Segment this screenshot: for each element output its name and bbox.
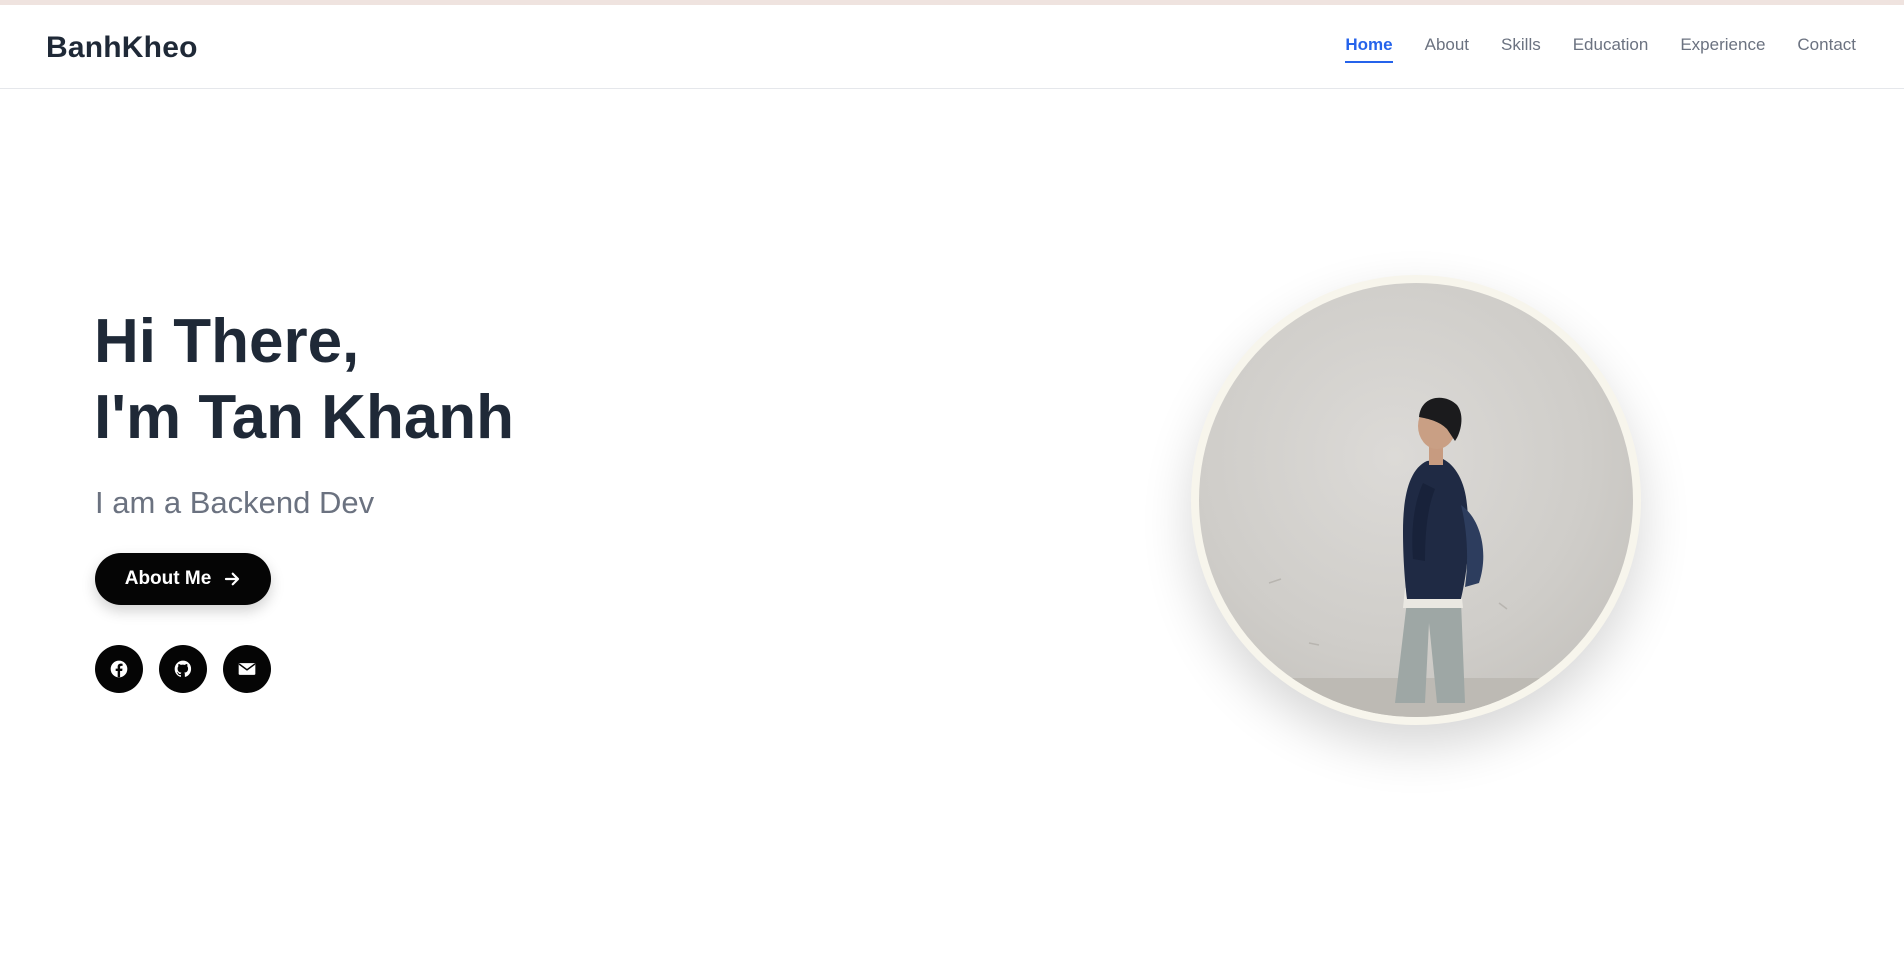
arrow-right-icon [225, 572, 240, 586]
nav-contact[interactable]: Contact [1797, 35, 1856, 63]
nav-skills[interactable]: Skills [1501, 35, 1541, 63]
mail-icon [238, 663, 256, 675]
nav-education[interactable]: Education [1573, 35, 1649, 63]
navbar: BanhKheo Home About Skills Education Exp… [0, 5, 1904, 89]
nav-links: Home About Skills Education Experience C… [1313, 35, 1856, 63]
nav-experience[interactable]: Experience [1680, 35, 1765, 63]
profile-photo [1199, 283, 1633, 717]
facebook-icon [110, 660, 128, 678]
brand-logo[interactable]: BanhKheo [46, 31, 198, 65]
hero-subtitle: I am a Backend Dev [95, 485, 375, 520]
nav-about[interactable]: About [1425, 35, 1469, 63]
email-link[interactable] [223, 645, 271, 693]
github-icon [174, 660, 192, 677]
hero-title: Hi There, I'm Tan Khanh [94, 304, 514, 456]
about-me-label: About Me [124, 568, 212, 589]
hero-greeting-line2: I'm Tan Khanh [94, 383, 515, 452]
nav-home[interactable]: Home [1345, 35, 1393, 63]
hero-greeting-line1: Hi There, [94, 307, 360, 376]
profile-photo-frame [1191, 275, 1641, 725]
social-links [95, 645, 271, 693]
about-me-button[interactable]: About Me [95, 553, 271, 605]
person-illustration [1199, 397, 1633, 717]
facebook-link[interactable] [95, 645, 143, 693]
github-link[interactable] [159, 645, 207, 693]
